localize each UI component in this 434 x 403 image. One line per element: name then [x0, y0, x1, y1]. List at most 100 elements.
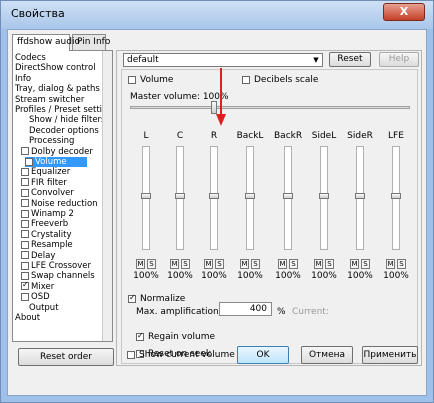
normalize-checkbox[interactable] [128, 293, 136, 303]
tree-item-decoder-options[interactable]: Decoder options [29, 126, 99, 136]
tree-item-profiles-preset-settings[interactable]: Profiles / Preset settings [15, 105, 112, 115]
tree-item-lfe-crossover[interactable]: LFE Crossover [21, 261, 91, 271]
tree-item-label: Winamp 2 [31, 209, 74, 219]
tree-item-show-hide-filters[interactable]: Show / hide filters [29, 115, 105, 125]
tree-item-convolver[interactable]: Convolver [21, 188, 74, 198]
tree-item-freeverb[interactable]: Freeverb [21, 219, 68, 229]
tree-checkbox[interactable] [21, 280, 29, 291]
tree-item-about[interactable]: About [15, 313, 40, 323]
tree-item-codecs[interactable]: Codecs [15, 53, 46, 63]
normalize-checkbox-row[interactable]: Normalize [128, 293, 186, 304]
solo-button[interactable]: S [181, 259, 190, 269]
reset-button[interactable]: Reset [329, 52, 371, 67]
show-levels-checkbox[interactable] [127, 350, 135, 359]
apply-button[interactable]: Применить [362, 346, 418, 364]
tree-checkbox[interactable] [21, 261, 29, 270]
tree-item-crystality[interactable]: Crystality [21, 230, 72, 240]
cancel-button[interactable]: Отмена [301, 346, 353, 364]
reset-order-button[interactable]: Reset order [18, 348, 114, 366]
regain-volume-checkbox[interactable] [136, 331, 144, 341]
channel-slider-thumb[interactable] [245, 193, 255, 199]
mute-button[interactable]: M [350, 259, 359, 269]
tree-item-label: Noise reduction [31, 198, 98, 209]
tree-checkbox[interactable] [21, 209, 29, 218]
normalize-label: Normalize [140, 294, 186, 304]
solo-button[interactable]: S [289, 259, 298, 269]
tree-item-fir-filter[interactable]: FIR filter [21, 178, 67, 188]
channel-slider-thumb[interactable] [141, 193, 151, 199]
tree-checkbox[interactable] [21, 251, 29, 260]
tree-item-noise-reduction[interactable]: Noise reduction [21, 199, 98, 209]
tree-item-processing[interactable]: Processing [29, 136, 74, 146]
tree-item-label: Dolby decoder [31, 146, 93, 157]
channel-slider-thumb[interactable] [175, 193, 185, 199]
mute-button[interactable]: M [278, 259, 287, 269]
regain-volume-row[interactable]: Regain volume [136, 331, 215, 342]
tree-checkbox[interactable] [21, 199, 29, 208]
tree-item-label: Delay [31, 250, 56, 261]
tree-checkbox[interactable] [21, 167, 29, 176]
solo-button[interactable]: S [325, 259, 334, 269]
mute-button[interactable]: M [240, 259, 249, 269]
tree-item-equalizer[interactable]: Equalizer [21, 167, 70, 177]
solo-button[interactable]: S [251, 259, 260, 269]
tree-item-resample[interactable]: Resample [21, 240, 73, 250]
tree-checkbox[interactable] [21, 188, 29, 197]
channel-label: SideR [347, 131, 373, 141]
help-button[interactable]: Help [379, 52, 419, 67]
master-volume-slider[interactable] [130, 106, 410, 109]
channel-slider-thumb[interactable] [283, 193, 293, 199]
tab-ffdshow-audio[interactable]: ffdshow audio [12, 34, 80, 51]
mute-button[interactable]: M [314, 259, 323, 269]
tree-item-label: Info [15, 73, 32, 84]
solo-button[interactable]: S [397, 259, 406, 269]
tree-checkbox[interactable] [21, 271, 29, 280]
tree-checkbox[interactable] [25, 157, 33, 166]
channel-percent: 100% [167, 271, 193, 281]
tree-item-winamp-2[interactable]: Winamp 2 [21, 209, 74, 219]
channel-slider-thumb[interactable] [355, 193, 365, 199]
mute-button[interactable]: M [170, 259, 179, 269]
tree-checkbox[interactable] [21, 178, 29, 187]
tree-item-info[interactable]: Info [15, 74, 31, 84]
channel-percent: 100% [201, 271, 227, 281]
tree-checkbox[interactable] [21, 147, 29, 156]
tree-scrollbar[interactable] [102, 51, 112, 341]
decibels-checkbox-row[interactable]: Decibels scale [242, 75, 318, 85]
tree-checkbox[interactable] [21, 219, 29, 228]
chevron-down-icon[interactable]: ▼ [310, 54, 322, 66]
tree-checkbox[interactable] [21, 230, 29, 239]
tree-item-mixer[interactable]: Mixer [21, 280, 54, 292]
volume-checkbox-row[interactable]: Volume [128, 75, 173, 85]
solo-button[interactable]: S [361, 259, 370, 269]
tree-item-output[interactable]: Output [29, 303, 59, 313]
mute-button[interactable]: M [204, 259, 213, 269]
solo-button[interactable]: S [147, 259, 156, 269]
tree-item-directshow-control[interactable]: DirectShow control [15, 63, 96, 73]
tree-item-tray-dialog-paths[interactable]: Tray, dialog & paths [15, 84, 100, 94]
mute-button[interactable]: M [386, 259, 395, 269]
ok-button[interactable]: OK [237, 346, 289, 364]
tree-item-label: Tray, dialog & paths [15, 84, 100, 95]
tree-checkbox[interactable] [21, 240, 29, 249]
channel-slider-thumb[interactable] [319, 193, 329, 199]
channel-slider-thumb[interactable] [391, 193, 401, 199]
tree-checkbox[interactable] [21, 292, 29, 301]
solo-button[interactable]: S [215, 259, 224, 269]
tree-item-dolby-decoder[interactable]: Dolby decoder [21, 147, 93, 157]
settings-panel: default ▼ Reset Help Volume Decibels sca… [116, 50, 422, 366]
tree-item-volume[interactable]: Volume [25, 157, 87, 167]
tree-item-delay[interactable]: Delay [21, 251, 55, 261]
tree-item-stream-switcher[interactable]: Stream switcher [15, 95, 84, 105]
channel-label: BackL [236, 131, 264, 141]
close-button[interactable]: X [383, 3, 425, 21]
preset-dropdown[interactable]: default ▼ [123, 53, 323, 67]
volume-checkbox[interactable] [128, 75, 136, 84]
max-amplification-input[interactable]: 400 [219, 302, 272, 316]
tree-item-swap-channels[interactable]: Swap channels [21, 271, 95, 281]
channel-slider-thumb[interactable] [209, 193, 219, 199]
tree-item-osd[interactable]: OSD [21, 292, 50, 302]
decibels-checkbox[interactable] [242, 75, 250, 84]
mute-button[interactable]: M [136, 259, 145, 269]
channel-label: C [176, 131, 184, 141]
